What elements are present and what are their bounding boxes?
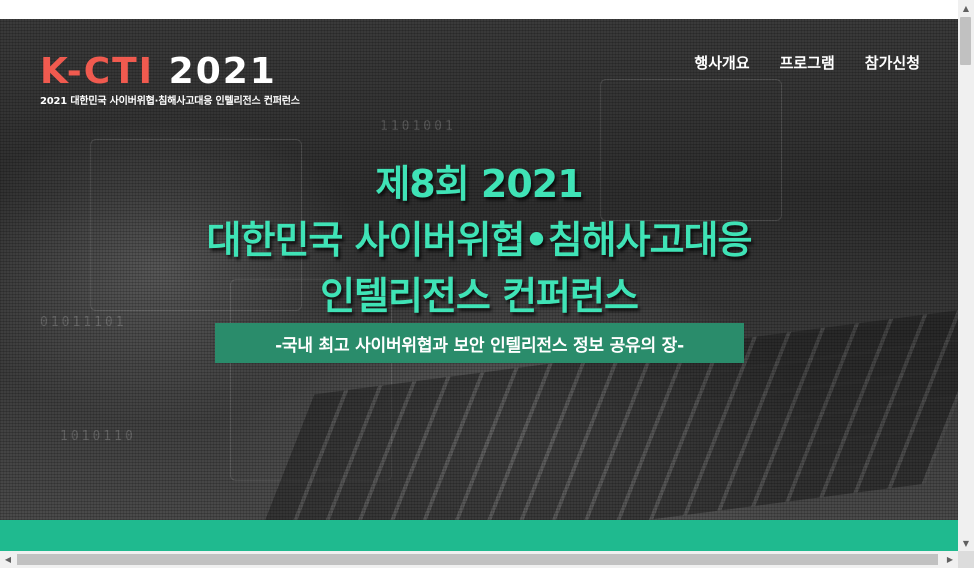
vertical-scroll-thumb[interactable] [960, 17, 971, 65]
arrow-down-icon[interactable]: ▼ [958, 535, 974, 551]
main-nav: 행사개요 프로그램 참가신청 [694, 52, 920, 73]
horizontal-scroll-thumb[interactable] [17, 554, 938, 565]
hero-title-line: 대한민국 사이버위협•침해사고대응 [206, 218, 753, 262]
section-band [0, 520, 958, 551]
logo-wordmark: K-CTI 2021 [40, 52, 300, 92]
logo-tagline: 2021 대한민국 사이버위협·침해사고대응 인텔리전스 컨퍼런스 [40, 96, 300, 107]
nav-item-registration[interactable]: 참가신청 [865, 52, 920, 73]
hero-banner: 01011101 1010110 1101001 K-CTI 2021 2021… [0, 19, 958, 520]
hero-title-line: 제8회 2021 [375, 162, 583, 206]
horizontal-scrollbar[interactable]: ◀ ▶ [0, 551, 958, 568]
nav-item-overview[interactable]: 행사개요 [694, 52, 749, 73]
nav-item-program[interactable]: 프로그램 [780, 52, 835, 73]
binary-decoration: 1010110 [60, 429, 136, 444]
arrow-up-icon[interactable]: ▲ [958, 0, 974, 16]
scrollbar-corner [958, 551, 974, 568]
logo-year: 2021 [168, 51, 277, 92]
vertical-scrollbar[interactable]: ▲ ▼ [958, 0, 974, 551]
site-logo[interactable]: K-CTI 2021 2021 대한민국 사이버위협·침해사고대응 인텔리전스 … [40, 52, 300, 108]
arrow-right-icon[interactable]: ▶ [942, 551, 958, 568]
hero-subtitle: -국내 최고 사이버위협과 보안 인텔리전스 정보 공유의 장- [215, 323, 744, 363]
logo-brand: K-CTI [40, 51, 155, 92]
arrow-left-icon[interactable]: ◀ [0, 551, 16, 568]
hero-title: 제8회 2021 대한민국 사이버위협•침해사고대응 인텔리전스 컨퍼런스 [0, 156, 958, 324]
hero-title-line: 인텔리전스 컨퍼런스 [320, 274, 639, 318]
binary-decoration: 1101001 [380, 119, 456, 134]
top-strip [0, 0, 958, 19]
